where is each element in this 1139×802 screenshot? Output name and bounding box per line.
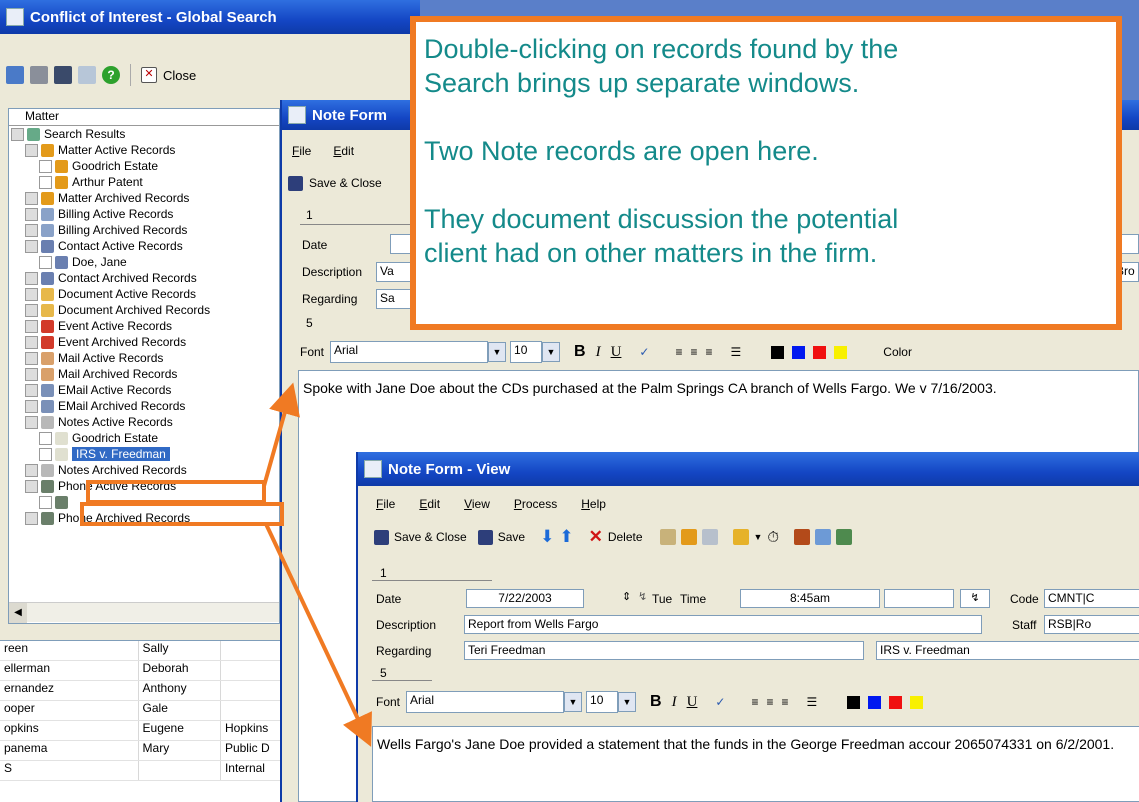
arrow-to-back-note (262, 382, 300, 487)
arrow-to-front-note (264, 523, 372, 747)
callout-arrows (262, 382, 372, 747)
